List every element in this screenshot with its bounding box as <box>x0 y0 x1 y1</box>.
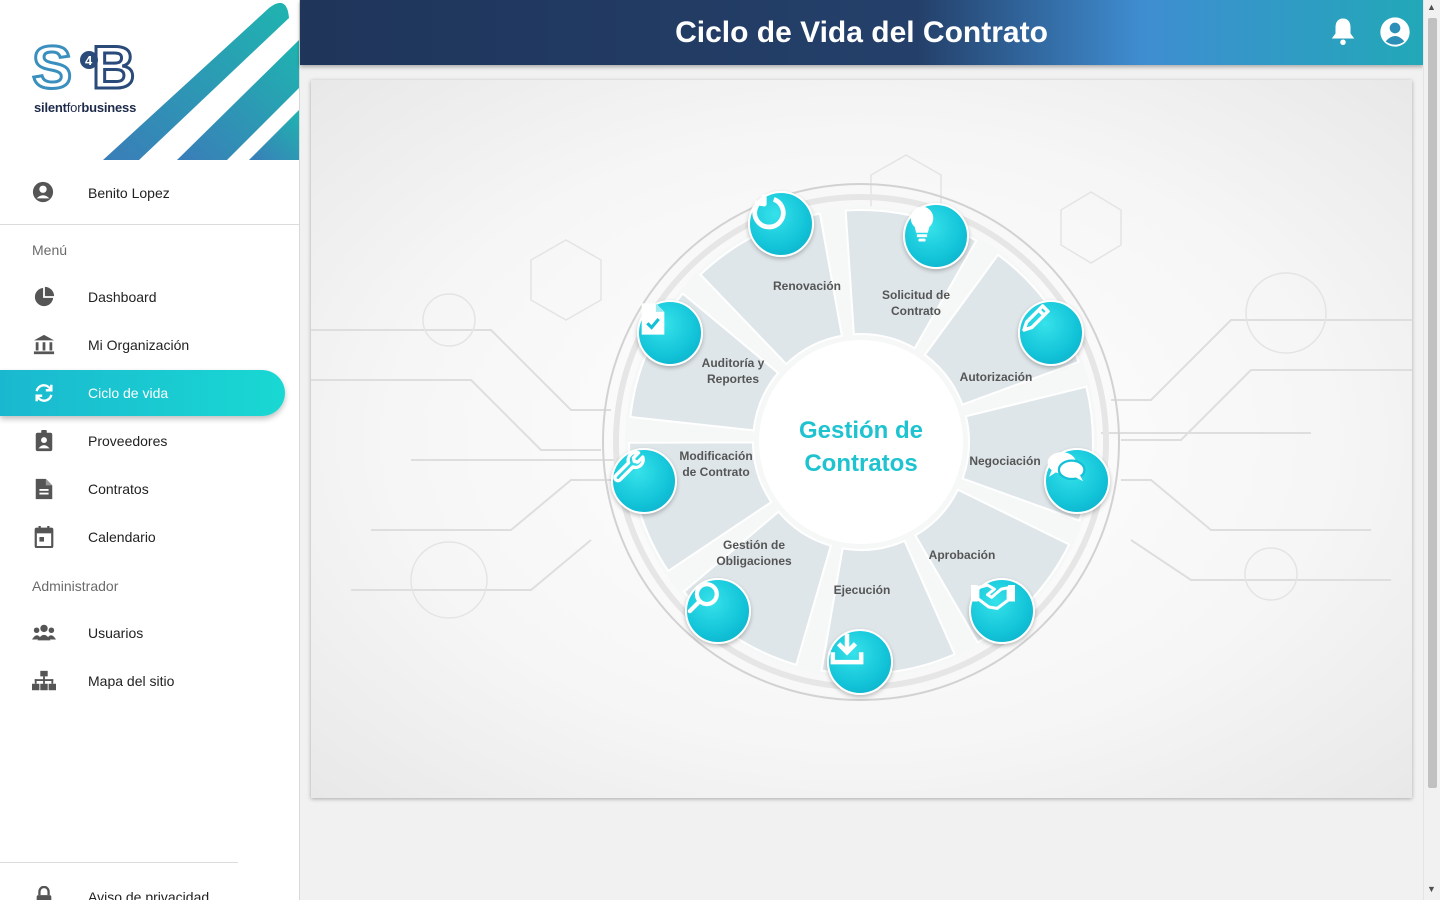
stage-label-obligaciones: Gestión de Obligaciones <box>716 538 792 568</box>
document-icon <box>32 477 56 501</box>
logo-wordmark: silentforbusiness <box>34 100 137 115</box>
stage-solicitud-button[interactable] <box>903 203 969 269</box>
stage-label-negociacion: Negociación <box>969 454 1041 468</box>
top-header: Ciclo de Vida del Contrato <box>300 0 1423 65</box>
stage-renovacion-button[interactable] <box>748 191 814 257</box>
nav-item-proveedores[interactable]: Proveedores <box>0 418 285 464</box>
scroll-down-arrow-icon[interactable]: ▼ <box>1427 884 1436 894</box>
nav-item-calendario[interactable]: Calendario <box>0 514 285 560</box>
stage-label-aprobacion: Aprobación <box>928 548 996 562</box>
user-profile-row[interactable]: Benito Lopez <box>0 170 299 216</box>
user-name: Benito Lopez <box>88 185 170 201</box>
center-title-line1: Gestión de <box>798 417 924 444</box>
nav-label: Aviso de privacidad <box>88 889 210 900</box>
stage-obligaciones-button[interactable] <box>685 578 751 644</box>
nav-label: Mi Organización <box>88 337 190 353</box>
stage-modificacion-button[interactable] <box>611 448 677 514</box>
lifecycle-card: Gestión de Contratos Renovación Solicitu… <box>311 80 1412 798</box>
nav-item-mi-organizacion[interactable]: Mi Organización <box>0 322 285 368</box>
stage-label-solicitud: Solicitud de Contrato <box>881 288 950 318</box>
svg-text:S: S <box>32 34 72 100</box>
nav-item-contratos[interactable]: Contratos <box>0 466 285 512</box>
scroll-up-arrow-icon[interactable]: ▲ <box>1427 2 1436 12</box>
sidebar: S B 4 silentforbusiness Benito Lopez Men… <box>0 0 300 900</box>
bank-icon <box>32 333 56 357</box>
stage-label-renovacion: Renovación <box>772 279 841 293</box>
stage-negociacion-button[interactable] <box>1044 448 1110 514</box>
account-circle-icon[interactable] <box>1379 16 1411 48</box>
section-label-menu: Menú <box>32 242 68 258</box>
page-scrollbar[interactable]: ▲ ▼ <box>1423 0 1440 900</box>
nav-item-aviso-de-privacidad[interactable]: Aviso de privacidad <box>0 874 285 900</box>
section-label-admin: Administrador <box>32 578 119 594</box>
stage-label-auditoria: Auditoría y Reportes <box>701 356 765 386</box>
bell-icon[interactable] <box>1328 16 1360 48</box>
scrollbar-thumb[interactable] <box>1428 18 1437 788</box>
s4b-logo: S B 4 <box>31 33 137 101</box>
sitemap-icon <box>32 669 56 693</box>
sync-icon <box>32 381 56 405</box>
svg-text:4: 4 <box>85 53 93 68</box>
stage-autorizacion-button[interactable] <box>1018 300 1084 366</box>
stage-auditoria-button[interactable] <box>637 300 703 366</box>
nav-label: Dashboard <box>88 289 157 305</box>
id-badge-icon <box>32 429 56 453</box>
nav-label: Usuarios <box>88 625 144 641</box>
logo-area: S B 4 silentforbusiness <box>0 0 299 160</box>
nav-label: Calendario <box>88 529 156 545</box>
nav-item-mapa-del-sitio[interactable]: Mapa del sitio <box>0 658 285 704</box>
divider <box>0 862 238 863</box>
nav-label: Ciclo de vida <box>88 385 169 401</box>
stage-ejecucion-button[interactable] <box>827 629 893 695</box>
nav-label: Proveedores <box>88 433 168 449</box>
center-title: Gestión de Contratos <box>761 414 961 480</box>
stage-aprobacion-button[interactable] <box>969 578 1035 644</box>
nav-label: Mapa del sitio <box>88 673 175 689</box>
user-circle-icon <box>32 181 56 205</box>
pie-chart-icon <box>32 285 56 309</box>
stage-label-autorizacion: Autorización <box>959 370 1033 384</box>
nav-item-usuarios[interactable]: Usuarios <box>0 610 285 656</box>
divider <box>0 224 299 225</box>
svg-text:B: B <box>92 34 135 100</box>
lock-icon <box>32 885 56 900</box>
nav-item-dashboard[interactable]: Dashboard <box>0 274 285 320</box>
users-icon <box>32 621 56 645</box>
nav-label: Contratos <box>88 481 149 497</box>
page-title: Ciclo de Vida del Contrato <box>675 16 1048 49</box>
calendar-icon <box>32 525 56 549</box>
stage-label-modificacion: Modificación de Contrato <box>679 449 753 479</box>
nav-item-ciclo-de-vida[interactable]: Ciclo de vida <box>0 370 285 416</box>
center-title-line2: Contratos <box>804 450 918 477</box>
stage-label-ejecucion: Ejecución <box>833 583 891 597</box>
